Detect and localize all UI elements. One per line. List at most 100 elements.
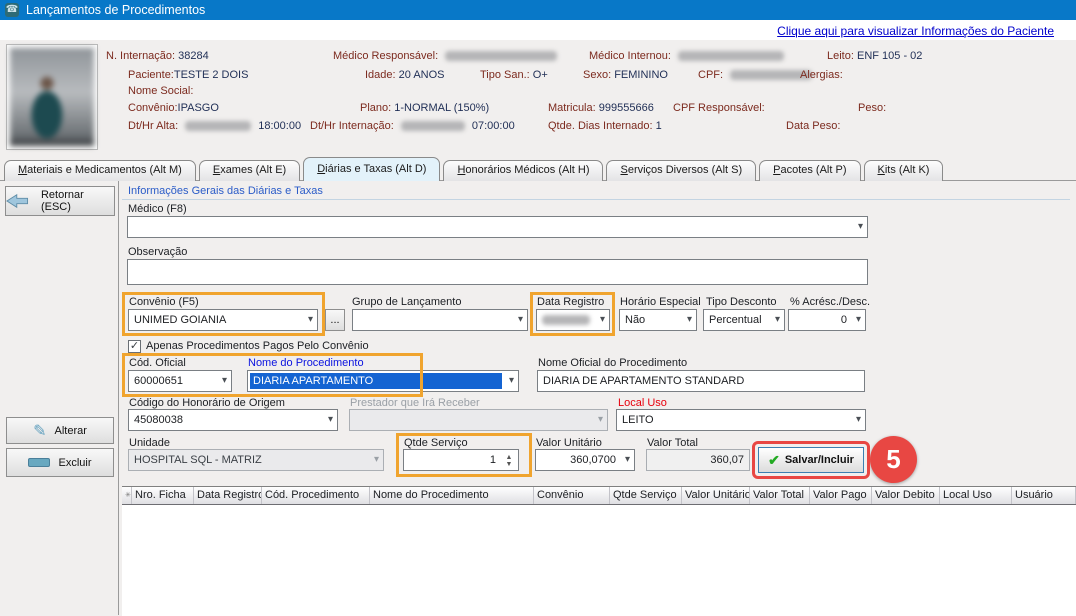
chevron-down-icon[interactable]: ▾: [775, 314, 780, 325]
chevron-down-icon[interactable]: ▾: [625, 454, 630, 465]
convenio-browse-button[interactable]: ...: [325, 309, 345, 331]
pagos-convenio-checkbox-label[interactable]: Apenas Procedimentos Pagos Pelo Convênio: [146, 340, 369, 352]
chevron-down-icon[interactable]: ▾: [600, 314, 605, 325]
cod-oficial-value: 60000651: [134, 375, 183, 387]
chevron-down-icon: ▾: [598, 414, 603, 425]
field-peso: Peso:: [858, 102, 886, 114]
field-paciente: Paciente:TESTE 2 DOIS: [128, 69, 248, 81]
cod-oficial-combobox[interactable]: 60000651 ▾: [128, 370, 232, 392]
chevron-down-icon[interactable]: ▾: [509, 375, 514, 386]
excluir-label: Excluir: [58, 457, 91, 469]
tab-4[interactable]: Serviços Diversos (Alt S): [606, 160, 756, 181]
groupbox-title-line: [122, 199, 1070, 200]
tipo-desconto-combobox[interactable]: Percentual ▾: [703, 309, 785, 331]
horario-especial-value: Não: [625, 314, 645, 326]
field-qtde-dias-internado: Qtde. Dias Internado: 1: [548, 120, 662, 132]
grid-column-header[interactable]: Data Registro: [194, 487, 262, 504]
field-tipo-sanguineo: Tipo San.: O+: [480, 69, 548, 81]
qtde-servico-spinner[interactable]: 1 ▲ ▼: [403, 449, 519, 471]
local-uso-combobox[interactable]: LEITO ▾: [616, 409, 866, 431]
convenio-value: UNIMED GOIANIA: [134, 314, 226, 326]
grid-column-header[interactable]: Nome do Procedimento: [370, 487, 534, 504]
valor-unitario-combobox[interactable]: 360,0700 ▾: [535, 449, 635, 471]
cod-honorario-combobox[interactable]: 45080038 ▾: [128, 409, 338, 431]
chevron-down-icon[interactable]: ▾: [858, 221, 863, 232]
grupo-lancamento-label: Grupo de Lançamento: [352, 296, 461, 308]
convenio-f5-label: Convênio (F5): [129, 296, 199, 308]
alterar-button[interactable]: ✎ Alterar: [6, 417, 114, 444]
spin-down-icon[interactable]: ▼: [506, 461, 513, 468]
chevron-down-icon[interactable]: ▾: [308, 314, 313, 325]
grid-header-row: ✳ Nro. FichaData RegistroCód. Procedimen…: [122, 487, 1076, 505]
spin-up-icon[interactable]: ▲: [506, 454, 513, 461]
grid-column-header[interactable]: Valor Total: [750, 487, 810, 504]
grid-column-header[interactable]: Valor Debito: [872, 487, 940, 504]
chevron-down-icon[interactable]: ▾: [328, 414, 333, 425]
retornar-label: Retornar (ESC): [41, 189, 114, 213]
horario-especial-combobox[interactable]: Não ▾: [619, 309, 697, 331]
tipo-desconto-label: Tipo Desconto: [706, 296, 777, 308]
tab-bar: Materiais e Medicamentos (Alt M)Exames (…: [4, 158, 946, 181]
chevron-down-icon[interactable]: ▾: [856, 314, 861, 325]
field-sexo: Sexo: FEMININO: [583, 69, 668, 81]
data-registro-combobox[interactable]: ▾: [536, 309, 610, 331]
unidade-value: HOSPITAL SQL - MATRIZ: [134, 454, 262, 466]
chevron-down-icon[interactable]: ▾: [222, 375, 227, 386]
patient-info-link[interactable]: Clique aqui para visualizar Informações …: [777, 24, 1054, 38]
spinner-buttons[interactable]: ▲ ▼: [502, 452, 516, 470]
observacao-input[interactable]: [127, 259, 868, 285]
tab-2[interactable]: Diárias e Taxas (Alt D): [303, 157, 440, 181]
tab-1[interactable]: Exames (Alt E): [199, 160, 300, 181]
tab-5[interactable]: Pacotes (Alt P): [759, 160, 860, 181]
field-nome-social: Nome Social:: [128, 85, 193, 97]
chevron-down-icon[interactable]: ▾: [856, 414, 861, 425]
medico-combobox[interactable]: ▾: [127, 216, 868, 238]
chevron-down-icon: ▾: [374, 454, 379, 465]
medico-label: Médico (F8): [128, 203, 187, 215]
nome-procedimento-label: Nome do Procedimento: [248, 357, 364, 369]
grid-column-header[interactable]: Qtde Serviço: [610, 487, 682, 504]
field-medico-internou: Médico Internou:: [589, 50, 788, 62]
cod-honorario-label: Código do Honorário de Origem: [129, 397, 285, 409]
tab-0[interactable]: Materiais e Medicamentos (Alt M): [4, 160, 196, 181]
valor-total-field: 360,07: [646, 449, 750, 471]
prestador-label: Prestador que Irá Receber: [350, 397, 480, 409]
grid-column-header[interactable]: Valor Pago: [810, 487, 872, 504]
sidebar-separator: [118, 180, 119, 615]
grid-column-header[interactable]: Cód. Procedimento: [262, 487, 370, 504]
field-matricula: Matricula: 999555666: [548, 102, 654, 114]
dthr-internacao-redacted-date: [401, 121, 465, 131]
tipo-desconto-value: Percentual: [709, 314, 762, 326]
salvar-incluir-button[interactable]: ✔ Salvar/Incluir: [758, 447, 864, 473]
grid-column-header[interactable]: Valor Unitário: [682, 487, 750, 504]
field-leito: Leito: ENF 105 - 02: [827, 50, 922, 62]
grupo-lancamento-combobox[interactable]: ▾: [352, 309, 528, 331]
observacao-label: Observação: [128, 246, 187, 258]
excluir-button[interactable]: Excluir: [6, 448, 114, 477]
unidade-combobox: HOSPITAL SQL - MATRIZ ▾: [128, 449, 384, 471]
acresc-desc-label: % Acrésc./Desc.: [790, 296, 870, 308]
dthr-alta-redacted-date: [185, 121, 251, 131]
tab-3[interactable]: Honorários Médicos (Alt H): [443, 160, 603, 181]
tab-6[interactable]: Kits (Alt K): [864, 160, 944, 181]
grid-column-header[interactable]: Usuário: [1012, 487, 1076, 504]
valor-total-value: 360,07: [710, 454, 744, 466]
local-uso-value: LEITO: [622, 414, 654, 426]
convenio-combobox[interactable]: UNIMED GOIANIA ▾: [128, 309, 318, 331]
acresc-desc-combobox[interactable]: 0 ▾: [788, 309, 866, 331]
cod-oficial-label: Cód. Oficial: [129, 357, 186, 369]
field-idade: Idade: 20 ANOS: [365, 69, 445, 81]
window-title: Lançamentos de Procedimentos: [26, 3, 205, 17]
grid-column-header[interactable]: Local Uso: [940, 487, 1012, 504]
pagos-convenio-checkbox[interactable]: ✓: [128, 340, 141, 353]
back-arrow-icon: [6, 193, 33, 209]
chevron-down-icon[interactable]: ▾: [518, 314, 523, 325]
grid-column-header[interactable]: Nro. Ficha: [132, 487, 194, 504]
grid-column-header[interactable]: Convênio: [534, 487, 610, 504]
grid-body-empty[interactable]: [122, 505, 1076, 616]
chevron-down-icon[interactable]: ▾: [687, 314, 692, 325]
nome-oficial-input[interactable]: DIARIA DE APARTAMENTO STANDARD: [537, 370, 865, 392]
nome-procedimento-combobox[interactable]: DIARIA APARTAMENTO ▾: [247, 370, 519, 392]
retornar-button[interactable]: Retornar (ESC): [5, 186, 115, 216]
medico-internou-redacted-value: [678, 51, 784, 61]
